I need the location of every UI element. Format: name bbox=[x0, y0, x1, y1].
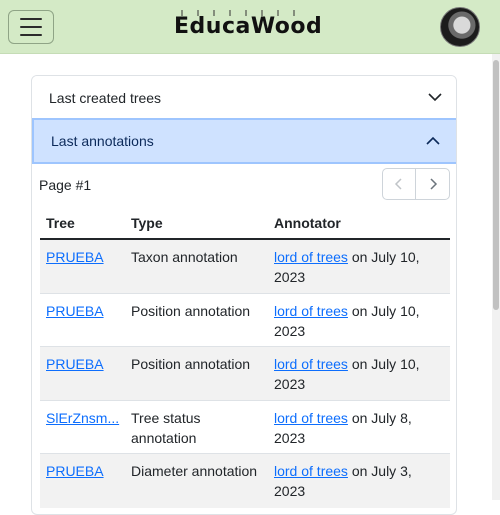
annotation-type: Position annotation bbox=[131, 356, 251, 372]
annotation-type-line1: Tree status bbox=[131, 410, 201, 426]
page-label: Page #1 bbox=[39, 177, 92, 193]
annotation-year: 2023 bbox=[274, 483, 306, 499]
table-row: PRUEBA Taxon annotation lord of trees on… bbox=[40, 240, 450, 294]
annotation-date: on July 10, bbox=[347, 249, 420, 265]
table-row: PRUEBA Position annotation lord of trees… bbox=[40, 294, 450, 347]
pagination bbox=[382, 168, 450, 200]
annotation-type: Diameter annotation bbox=[131, 463, 258, 479]
prev-page-button[interactable] bbox=[383, 169, 417, 199]
column-header-type[interactable]: Type bbox=[131, 215, 163, 231]
annotation-year: 2023 bbox=[274, 323, 306, 339]
user-avatar[interactable] bbox=[440, 7, 480, 47]
tree-link[interactable]: PRUEBA bbox=[46, 354, 104, 374]
annotator-cell: lord of trees on July 10, 2023 bbox=[274, 247, 444, 287]
scrollbar-thumb[interactable] bbox=[493, 60, 499, 310]
brand-logo[interactable]: EducaWood bbox=[174, 14, 322, 39]
annotator-cell: lord of trees on July 10, 2023 bbox=[274, 301, 444, 341]
tree-link[interactable]: PRUEBA bbox=[46, 247, 104, 267]
next-page-button[interactable] bbox=[416, 169, 449, 199]
chevron-up-icon bbox=[426, 136, 440, 145]
annotator-link[interactable]: lord of trees bbox=[274, 463, 348, 479]
accordion-last-annotations[interactable]: Last annotations bbox=[32, 118, 456, 164]
annotation-date: on July 8, bbox=[347, 410, 412, 426]
annotator-cell: lord of trees on July 8, 2023 bbox=[274, 408, 444, 448]
table-row: SlErZnsm... Tree status annotation lord o… bbox=[40, 401, 450, 454]
annotation-date: on July 10, bbox=[347, 356, 420, 372]
annotator-link[interactable]: lord of trees bbox=[274, 356, 348, 372]
column-header-annotator[interactable]: Annotator bbox=[274, 215, 341, 231]
annotation-type: Position annotation bbox=[131, 303, 251, 319]
table-row: PRUEBA Position annotation lord of trees… bbox=[40, 347, 450, 401]
tree-link[interactable]: SlErZnsm... bbox=[46, 408, 119, 428]
annotation-year: 2023 bbox=[274, 269, 306, 285]
annotator-cell: lord of trees on July 3, 2023 bbox=[274, 461, 444, 501]
annotation-type-line2: annotation bbox=[131, 430, 197, 446]
tree-link[interactable]: PRUEBA bbox=[46, 461, 104, 481]
chevron-down-icon bbox=[428, 93, 442, 102]
annotation-type: Taxon annotation bbox=[131, 249, 238, 265]
annotator-link[interactable]: lord of trees bbox=[274, 303, 348, 319]
annotation-type: Tree status annotation bbox=[131, 408, 201, 448]
menu-toggle-button[interactable] bbox=[8, 10, 54, 44]
column-header-tree[interactable]: Tree bbox=[46, 215, 75, 231]
annotation-year: 2023 bbox=[274, 430, 306, 446]
annotation-date: on July 3, bbox=[347, 463, 412, 479]
navbar: EducaWood bbox=[0, 0, 500, 54]
accordion-label: Last annotations bbox=[51, 133, 154, 149]
annotation-date: on July 10, bbox=[347, 303, 420, 319]
chevron-left-icon bbox=[394, 178, 402, 190]
tree-link[interactable]: PRUEBA bbox=[46, 301, 104, 321]
hamburger-icon bbox=[20, 18, 42, 20]
annotator-link[interactable]: lord of trees bbox=[274, 249, 348, 265]
annotator-link[interactable]: lord of trees bbox=[274, 410, 348, 426]
accordion-last-created-trees[interactable]: Last created trees bbox=[32, 76, 456, 120]
chevron-right-icon bbox=[429, 178, 437, 190]
accordion-label: Last created trees bbox=[49, 89, 162, 106]
annotation-year: 2023 bbox=[274, 376, 306, 392]
annotator-cell: lord of trees on July 10, 2023 bbox=[274, 354, 444, 394]
